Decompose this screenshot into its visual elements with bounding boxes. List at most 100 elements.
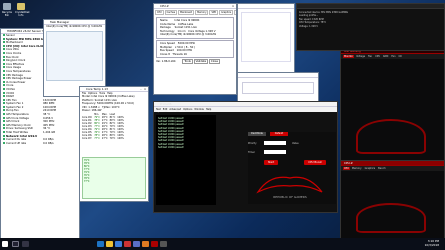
title-bar: [238, 4, 294, 9]
version-label: Ver. 1.86.0.x64: [156, 60, 176, 64]
worker-line: Self-test 1024K passed!: [158, 145, 184, 149]
menu-about[interactable]: About: [179, 110, 186, 113]
msi-taskbar-icon[interactable]: [151, 241, 158, 247]
desktop: Recycle Bin CrystalDisk Info HWiNFO64 v6…: [0, 0, 445, 240]
priority-select[interactable]: [264, 141, 286, 145]
tab-fan[interactable]: Fan: [390, 55, 396, 58]
sensor-icon: [3, 69, 5, 72]
explorer-window: [237, 3, 295, 73]
validate-button[interactable]: Validate: [193, 59, 209, 65]
sensor-icon: [3, 131, 5, 134]
rog-logo: REPUBLIC OF GAMERS: [250, 172, 330, 200]
app-menu: Upload Results About: [156, 110, 186, 113]
tab-cpu[interactable]: CPU: [155, 10, 164, 15]
sensor-icon: [3, 95, 5, 98]
tab-strip: Monitor Voltage Fan CPU RAM Fan OC: [341, 54, 444, 59]
system-window: [237, 72, 319, 102]
task-view-icon[interactable]: [22, 241, 29, 247]
sensor-label: DRAM: [6, 95, 14, 99]
sensor-icon: [3, 109, 5, 112]
cpu-boost-button[interactable]: CPU Boost: [304, 160, 326, 165]
info-panel: [242, 82, 314, 94]
core-name: Core #7:: [82, 136, 93, 140]
default-button[interactable]: Default: [270, 132, 288, 136]
recycle-bin-icon: [3, 3, 11, 10]
explorer-icon[interactable]: [106, 241, 113, 247]
menu-upload[interactable]: Upload: [156, 110, 164, 113]
menu-results[interactable]: Results: [167, 110, 176, 113]
sensor-icon: [3, 77, 5, 80]
taskbar: 3:16 PM 10/3/2018: [0, 238, 445, 250]
tab-memory[interactable]: Memory: [351, 167, 363, 170]
sensor-label: Sensor: [6, 34, 15, 37]
tab-voltage[interactable]: Voltage: [355, 55, 366, 58]
menu-window[interactable]: Window: [194, 108, 203, 111]
tab-bench[interactable]: Bench: [377, 167, 386, 170]
disk-icon: [17, 3, 25, 10]
sensor-value: 0.0 KB/s: [43, 141, 54, 145]
sensor-label: Current DL rate: [6, 138, 27, 142]
tab-strip: CPUCachesMainboardMemorySPDGraphicsBench…: [154, 9, 236, 16]
sensor-icon: [3, 138, 5, 141]
tab-mainboard[interactable]: Mainboard: [178, 10, 195, 15]
core-max: 79°C: [109, 136, 116, 140]
sensor-label: VCCSA: [6, 87, 15, 91]
menu-help[interactable]: Help: [206, 108, 211, 111]
timer-select[interactable]: [264, 150, 286, 154]
core-row: Core #7: 77°C 27°C 79°C 100%: [81, 137, 125, 140]
value-label: Value: [292, 142, 299, 145]
msi-dragon-logo: [356, 203, 426, 233]
sensor-label: Vcore: [6, 84, 14, 88]
tab-fan[interactable]: Fan: [367, 55, 373, 58]
close-icon[interactable]: ×: [143, 87, 147, 92]
sensor-icon: [3, 102, 5, 105]
prime-taskbar-icon[interactable]: [160, 241, 167, 247]
tab-oc[interactable]: OC: [397, 55, 403, 58]
sensor-icon: [3, 66, 5, 69]
start-button[interactable]: [2, 241, 8, 247]
stress-window: Prime95 Test Edit Advanced Options Window Hel…: [153, 101, 338, 213]
sensor-icon: [3, 84, 5, 87]
core-min: 27°C: [101, 136, 108, 140]
sensor-icon: [3, 116, 5, 119]
sensor-label: CPU Package Power: [6, 77, 32, 81]
desktop-icon-recycle-bin[interactable]: Recycle Bin: [1, 3, 13, 17]
core-load: 100%: [117, 136, 124, 140]
start-button[interactable]: Start: [264, 160, 278, 165]
sensor-icon: [3, 62, 5, 65]
edge-icon[interactable]: [97, 241, 104, 247]
sensor-label: Core Usage: [6, 66, 21, 70]
tab-monitor[interactable]: Monitor: [343, 55, 355, 58]
desktop-icon-crystaldisk[interactable]: CrystalDisk Info: [15, 3, 30, 17]
tab-cpu[interactable]: CPU: [374, 55, 381, 58]
tab-graphics[interactable]: Graphics: [364, 167, 377, 170]
tab-ram[interactable]: RAM: [382, 55, 389, 58]
tools-button[interactable]: Tools: [182, 59, 193, 65]
tab-cpu[interactable]: CPU: [343, 167, 350, 170]
hwinfo-taskbar-icon[interactable]: [124, 241, 131, 247]
search-icon[interactable]: [12, 241, 19, 247]
sensor-icon: [3, 51, 5, 54]
log-line: Voltage: 1.328 V: [299, 24, 318, 28]
dark-mode-button[interactable]: DarkMode: [248, 132, 266, 136]
title-bar: Prime95: [154, 102, 337, 107]
tab-graphics[interactable]: Graphics: [219, 10, 234, 15]
tab-memory[interactable]: Memory: [195, 10, 209, 15]
coretemp-taskbar-icon[interactable]: [142, 241, 149, 247]
timer-label: Timer: [248, 151, 255, 154]
log-entry: 77°C: [84, 180, 90, 183]
close-icon[interactable]: ×: [231, 4, 235, 9]
sensor-label: Current UP rate: [6, 141, 27, 145]
sensor-icon: [3, 98, 5, 101]
close-button[interactable]: Close: [208, 59, 220, 65]
log-window: Connected device: MSI MPG Z390 GAMING Loa…: [296, 3, 445, 51]
sensor-row[interactable]: Current UP rate 0.0 KB/s: [1, 141, 79, 146]
system-clock[interactable]: 3:16 PM 10/3/2018: [425, 239, 439, 247]
cpuz-taskbar-icon[interactable]: [133, 241, 140, 247]
sensor-label: GPU Clock: [6, 120, 20, 124]
store-icon[interactable]: [115, 241, 122, 247]
sensor-icon: [3, 123, 5, 126]
tab-spd[interactable]: SPD: [209, 10, 219, 15]
title-bar: CPU-Z ×: [154, 4, 236, 9]
tab-caches[interactable]: Caches: [164, 10, 178, 15]
